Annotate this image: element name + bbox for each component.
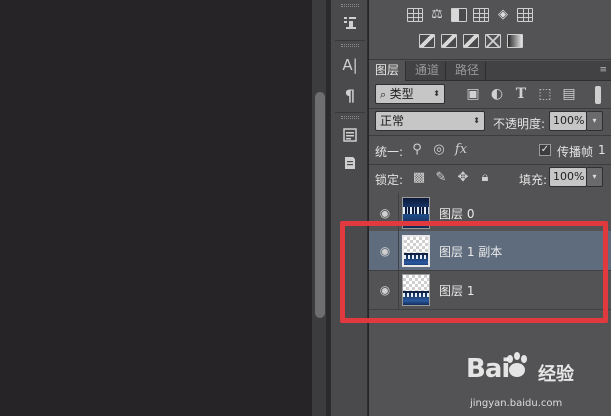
blend-mode-value: 正常 (380, 114, 405, 128)
chevron-down-icon: ⬍ (473, 116, 480, 125)
eye-icon[interactable]: ◉ (378, 206, 392, 220)
panel-menu-icon[interactable]: ≡ (593, 65, 607, 75)
propagate-frame-value: 1 (598, 143, 606, 157)
tab-channels[interactable]: 通道 (409, 61, 447, 81)
black-white-icon[interactable] (441, 34, 457, 48)
hue-saturation-icon[interactable] (517, 8, 533, 22)
opacity-input[interactable]: 100% (549, 111, 587, 131)
filter-kind-select[interactable]: ⌕ 类型 ⬍ (375, 84, 445, 104)
strip-divider (335, 40, 365, 41)
baidu-watermark: Bai 经验 jingyan.baidu.com (466, 352, 611, 416)
lock-all-icon[interactable]: 🔒︎ (477, 170, 493, 186)
highlight-annotation-box (340, 221, 608, 323)
filter-pixel-icon[interactable]: ▣ (465, 86, 481, 102)
search-icon: ⌕ (380, 88, 390, 101)
chevron-down-icon: ⬍ (433, 89, 440, 98)
filter-adjustment-icon[interactable]: ◐ (489, 86, 505, 102)
panel-tabbar: 图层 通道 路径 ≡ (369, 61, 611, 81)
filter-smart-object-icon[interactable]: ▤ (561, 86, 577, 102)
unify-visibility-icon[interactable]: ◎ (431, 142, 447, 158)
color-balance-icon[interactable] (419, 34, 435, 48)
paragraph-icon[interactable]: ¶ (338, 84, 362, 106)
opacity-label: 不透明度: (493, 117, 546, 131)
layer-name[interactable]: 图层 0 (439, 205, 474, 222)
filter-shape-icon[interactable]: ⬚ (537, 86, 553, 102)
fill-dropdown[interactable]: ▾ (587, 167, 603, 187)
character-glyph: A| (342, 56, 358, 74)
exposure-icon[interactable] (473, 8, 489, 22)
photo-filter-icon[interactable] (463, 34, 479, 48)
filter-kind-label: 类型 (389, 87, 414, 101)
paw-icon (507, 352, 527, 377)
filter-toggle-switch[interactable] (595, 86, 601, 104)
filter-type-icon[interactable]: T (513, 86, 529, 102)
unify-row: 统一: ⚲ ◎ fx ✓ 传播帧 1 (369, 136, 611, 164)
document-canvas[interactable] (0, 0, 312, 416)
watermark-suffix: 经验 (538, 364, 574, 385)
unify-label: 统一: (375, 145, 404, 159)
propagate-frame-checkbox[interactable]: ✓ (539, 144, 551, 156)
channel-mixer-icon[interactable] (485, 34, 501, 48)
unify-position-icon[interactable]: ⚲ (409, 142, 425, 158)
character-icon[interactable]: A| (338, 54, 362, 76)
lock-row: 锁定: ▩ ✎ ✥ 🔒︎ 填充: 100% ▾ (369, 165, 611, 192)
canvas-scrollbar-thumb[interactable] (315, 92, 325, 318)
strip-divider (335, 112, 365, 113)
strip-grip[interactable] (341, 4, 359, 7)
fill-input[interactable]: 100% (549, 167, 587, 187)
tab-paths[interactable]: 路径 (449, 61, 487, 81)
strip-grip[interactable] (341, 44, 359, 47)
paragraph-glyph: ¶ (344, 85, 356, 105)
lock-label: 锁定: (375, 173, 404, 187)
fill-label: 填充: (519, 173, 548, 187)
blend-mode-select[interactable]: 正常 ⬍ (375, 111, 485, 131)
curves-icon[interactable] (451, 8, 467, 22)
lock-position-icon[interactable]: ✥ (455, 170, 471, 186)
levels-icon[interactable]: ⚖ (429, 8, 445, 22)
lock-transparent-icon[interactable]: ▩ (411, 170, 427, 186)
opacity-dropdown[interactable]: ▾ (587, 111, 603, 131)
strip-grip[interactable] (341, 116, 359, 119)
layer-filter-row: ⌕ 类型 ⬍ ▣ ◐ T ⬚ ▤ (369, 82, 611, 108)
tab-layers[interactable]: 图层 (369, 61, 407, 81)
notes-icon[interactable] (338, 124, 362, 146)
gradient-map-icon[interactable] (507, 34, 523, 48)
brightness-icon[interactable] (407, 8, 423, 22)
watermark-url: jingyan.baidu.com (470, 398, 563, 409)
propagate-frame-label: 传播帧 (557, 145, 594, 159)
document-icon[interactable] (338, 152, 362, 174)
blend-opacity-row: 正常 ⬍ 不透明度: 100% ▾ (369, 109, 611, 135)
stamp-icon[interactable] (338, 12, 362, 34)
adjustments-panel: ⚖ ◈ (369, 0, 611, 60)
collapsed-panel-strip: A| ¶ (330, 0, 368, 416)
lock-image-icon[interactable]: ✎ (433, 170, 449, 186)
vibrance-icon[interactable]: ◈ (495, 8, 511, 22)
unify-style-icon[interactable]: fx (453, 142, 469, 158)
